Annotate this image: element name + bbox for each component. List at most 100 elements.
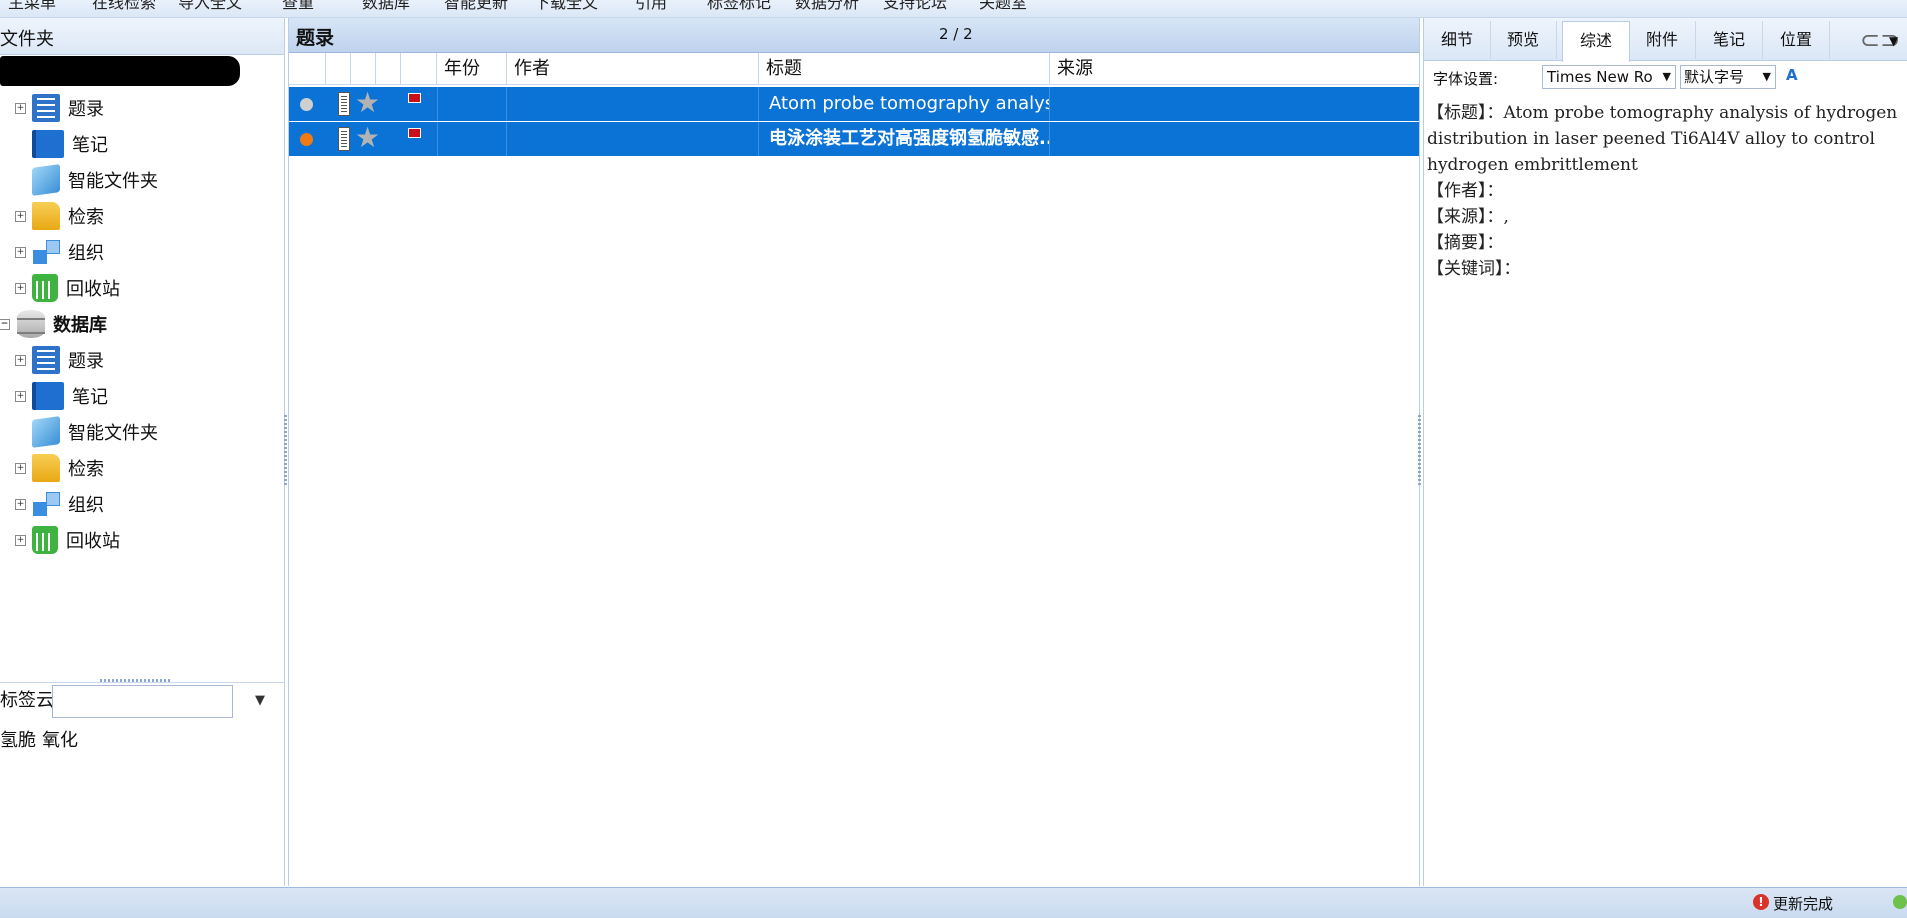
recycle-bin-icon	[32, 526, 58, 554]
menu-item-lab[interactable]: 关题室	[979, 0, 1027, 13]
summary-content: 【标题】：Atom probe tomography analysis of h…	[1427, 100, 1903, 282]
col-flag[interactable]	[401, 53, 437, 84]
expand-icon[interactable]: +	[15, 535, 26, 546]
cell-author	[507, 87, 759, 121]
list-icon	[32, 346, 60, 374]
right-splitter[interactable]	[1418, 415, 1421, 485]
tag-dropdown-icon[interactable]: ▼	[255, 693, 265, 708]
tree-item-recycle-bin[interactable]: + 回收站	[0, 272, 120, 304]
cell-year	[437, 122, 507, 156]
table-row[interactable]: ★ Atom probe tomography analys...	[289, 87, 1419, 121]
tree-item-search-db[interactable]: + 检索	[0, 452, 104, 484]
tree-item-label: 回收站	[66, 531, 120, 552]
tree-item-records-db[interactable]: + 题录	[0, 344, 104, 376]
tab-details[interactable]: 细节	[1424, 21, 1491, 59]
menu-item-analysis[interactable]: 数据分析	[795, 0, 859, 13]
tree-item-smart-folder-db[interactable]: 智能文件夹	[0, 416, 158, 448]
expand-icon[interactable]: +	[15, 355, 26, 366]
expand-icon[interactable]: +	[15, 463, 26, 474]
expand-icon[interactable]: +	[15, 211, 26, 222]
tag-item[interactable]: 氧化	[42, 726, 78, 752]
font-size-value: 默认字号	[1684, 68, 1745, 86]
tree-item-label: 数据库	[53, 315, 107, 336]
font-size-select[interactable]: 默认字号 ▼	[1680, 65, 1776, 89]
tag-item[interactable]: 氢脆	[0, 726, 36, 752]
cell-title: Atom probe tomography analys...	[759, 87, 1050, 121]
search-folder-icon	[32, 454, 60, 482]
tree-item-records[interactable]: + 题录	[0, 92, 104, 124]
translate-icon[interactable]: A	[1786, 66, 1804, 84]
menu-item-tags[interactable]: 标签标记	[707, 0, 771, 13]
organize-icon	[32, 238, 60, 266]
tree-item-label: 智能文件夹	[68, 171, 158, 192]
col-note[interactable]	[376, 53, 401, 84]
expand-icon[interactable]: +	[15, 247, 26, 258]
font-family-select[interactable]: Times New Ro ▼	[1542, 65, 1676, 89]
tab-location[interactable]: 位置	[1763, 21, 1830, 59]
document-icon	[338, 92, 350, 116]
read-status-dot	[300, 98, 313, 111]
menu-item-import[interactable]: 导入全文	[178, 0, 242, 13]
menu-item-online-search[interactable]: 在线检索	[92, 0, 156, 13]
star-icon[interactable]: ★	[355, 88, 380, 118]
tree-item-organize-db[interactable]: + 组织	[0, 488, 104, 520]
chevron-down-icon[interactable]: ▼	[1889, 34, 1898, 48]
col-source[interactable]: 来源	[1050, 53, 1419, 84]
tab-preview[interactable]: 预览	[1490, 21, 1557, 59]
tree-item-label: 笔记	[72, 387, 108, 408]
menu-item-database[interactable]: 数据库	[362, 0, 410, 13]
smart-folder-icon	[32, 164, 60, 196]
database-icon	[17, 310, 45, 338]
tree-item-label: 组织	[68, 243, 104, 264]
tab-notes[interactable]: 笔记	[1696, 21, 1763, 59]
tree-item-smart-folder[interactable]: 智能文件夹	[0, 164, 158, 196]
status-bar: ! 更新完成	[0, 887, 1907, 918]
expand-icon[interactable]: +	[15, 283, 26, 294]
tree-item-recycle-bin-db[interactable]: + 回收站	[0, 524, 120, 556]
expand-icon[interactable]: +	[15, 499, 26, 510]
tree-item-label: 检索	[68, 459, 104, 480]
col-star[interactable]	[351, 53, 376, 84]
menu-item-dedupe[interactable]: 查重	[282, 0, 314, 13]
table-row[interactable]: ★ 电泳涂装工艺对高强度钢氢脆敏感...	[289, 122, 1419, 156]
tree-item-label: 题录	[68, 99, 104, 120]
col-attachment[interactable]	[326, 53, 351, 84]
connection-ok-icon	[1893, 895, 1907, 909]
top-menu-bar: 主菜单 在线检索 导入全文 查重 数据库 智能更新 下载全文 引用 标签标记 数…	[0, 0, 1907, 18]
column-header-row: 年份 作者 标题 来源	[289, 53, 1419, 85]
tab-attachments[interactable]: 附件	[1629, 21, 1696, 59]
red-flag-icon	[408, 93, 421, 103]
organize-icon	[32, 490, 60, 518]
summary-title: 【标题】：Atom probe tomography analysis of h…	[1427, 103, 1903, 175]
star-icon[interactable]: ★	[355, 123, 380, 153]
tab-summary[interactable]: 综述	[1562, 21, 1630, 62]
menu-item-forum[interactable]: 支持论坛	[883, 0, 947, 13]
tree-item-label: 智能文件夹	[68, 423, 158, 444]
tag-filter-input[interactable]	[52, 685, 233, 718]
tree-item-label: 检索	[68, 207, 104, 228]
col-author[interactable]: 作者	[507, 53, 759, 84]
tag-cloud-label: 标签云	[0, 690, 54, 711]
col-title[interactable]: 标题	[759, 53, 1050, 84]
left-splitter[interactable]	[284, 415, 287, 485]
menu-item-main[interactable]: 主菜单	[8, 0, 56, 13]
record-count: 2 / 2	[939, 25, 973, 43]
collapse-icon[interactable]: −	[0, 319, 10, 330]
expand-icon[interactable]: +	[15, 103, 26, 114]
menu-item-cite[interactable]: 引用	[635, 0, 667, 13]
tree-item-search[interactable]: + 检索	[0, 200, 104, 232]
summary-author: 【作者】：	[1427, 181, 1504, 201]
red-flag-icon	[408, 128, 421, 138]
tree-item-notes-db[interactable]: + 笔记	[0, 380, 108, 412]
col-status[interactable]	[289, 53, 326, 84]
alert-icon: !	[1753, 894, 1769, 910]
menu-item-smart-update[interactable]: 智能更新	[444, 0, 508, 13]
redacted-library-name	[0, 56, 240, 86]
tree-item-notes[interactable]: 笔记	[0, 128, 108, 160]
menu-item-download[interactable]: 下载全文	[534, 0, 598, 13]
expand-icon[interactable]: +	[15, 391, 26, 402]
tree-item-organize[interactable]: + 组织	[0, 236, 104, 268]
col-year[interactable]: 年份	[437, 53, 507, 84]
search-folder-icon	[32, 202, 60, 230]
tree-item-database[interactable]: − 数据库	[0, 308, 107, 340]
